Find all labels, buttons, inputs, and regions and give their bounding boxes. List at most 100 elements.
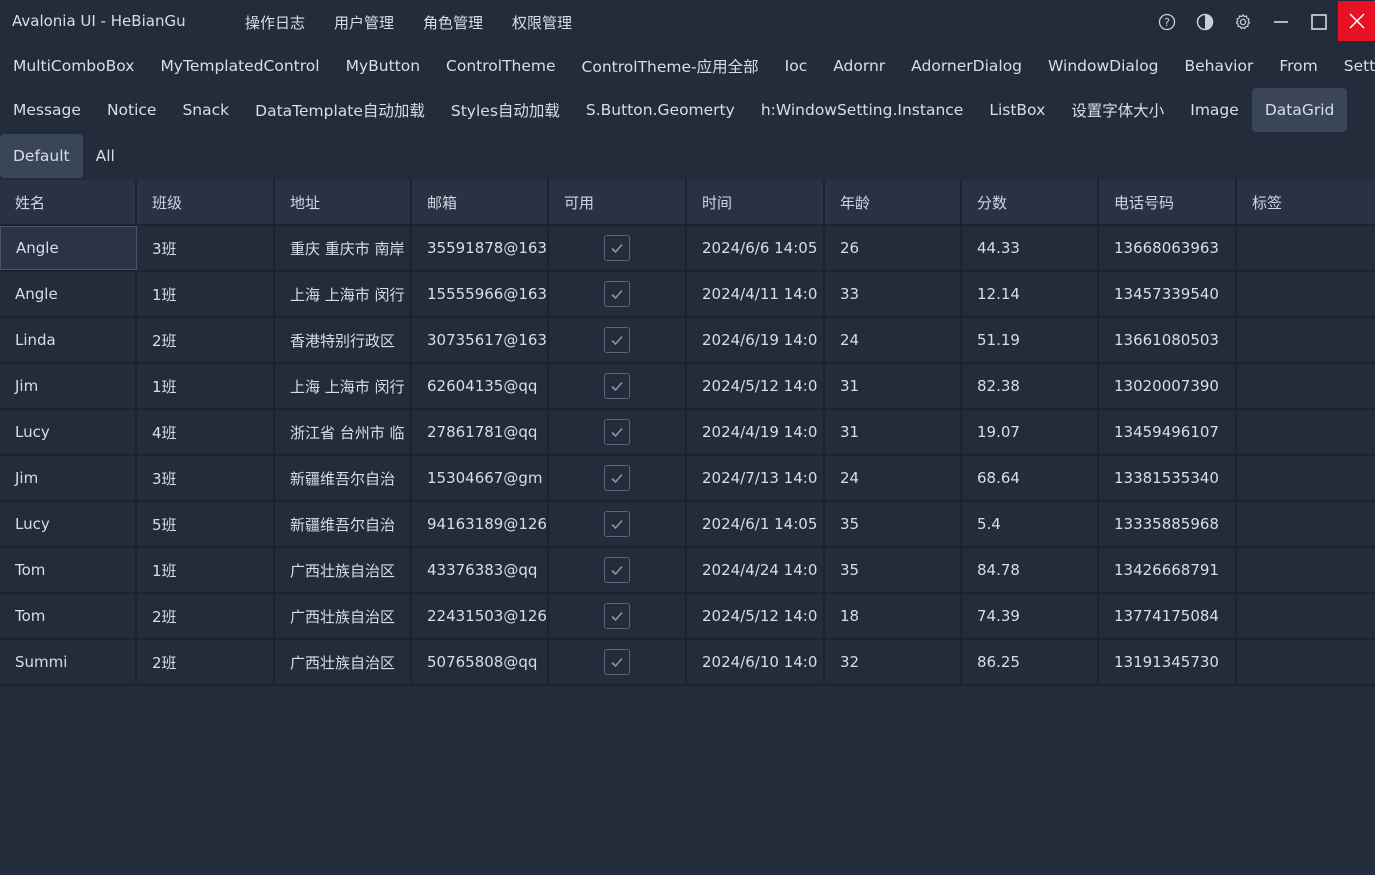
table-row[interactable]: Lucy 4班 浙江省 台州市 临 27861781@qq 2024/4/19 14:0… [0,410,1375,456]
menu-operation-log[interactable]: 操作日志 [245,12,305,33]
tag-cell[interactable] [1237,640,1375,684]
column-header[interactable]: 地址 [275,180,412,224]
tab-listbox-7[interactable]: ListBox [976,88,1058,132]
age-cell[interactable]: 31 [825,410,962,454]
tag-cell[interactable] [1237,410,1375,454]
address-cell[interactable]: 新疆维吾尔自治 [275,456,412,500]
address-cell[interactable]: 上海 上海市 闵行 [275,272,412,316]
menu-permission-management[interactable]: 权限管理 [512,12,572,33]
age-cell[interactable]: 33 [825,272,962,316]
time-cell[interactable]: 2024/6/6 14:05 [687,226,825,270]
score-cell[interactable]: 82.38 [962,364,1099,408]
address-cell[interactable]: 上海 上海市 闵行 [275,364,412,408]
time-cell[interactable]: 2024/4/24 14:0 [687,548,825,592]
address-cell[interactable]: 广西壮族自治区 [275,640,412,684]
tab-item-8[interactable]: 设置字体大小 [1058,88,1177,132]
age-cell[interactable]: 24 [825,456,962,500]
tab-all-1[interactable]: All [83,134,128,178]
enabled-cell[interactable] [549,410,687,454]
table-row[interactable]: Angle 1班 上海 上海市 闵行 15555966@163 2024/4/11 14… [0,272,1375,318]
tab-styles-4[interactable]: Styles自动加载 [438,88,573,132]
tab-windowdialog-8[interactable]: WindowDialog [1035,44,1171,88]
column-header[interactable]: 年龄 [825,180,962,224]
menu-role-management[interactable]: 角色管理 [423,12,483,33]
tag-cell[interactable] [1237,364,1375,408]
name-cell[interactable]: Tom [0,594,137,638]
email-cell[interactable]: 43376383@qq [412,548,549,592]
maximize-icon[interactable] [1300,0,1338,44]
enabled-checkbox[interactable] [604,419,630,445]
address-cell[interactable]: 新疆维吾尔自治 [275,502,412,546]
help-icon[interactable]: ? [1148,0,1186,44]
tag-cell[interactable] [1237,272,1375,316]
menu-user-management[interactable]: 用户管理 [334,12,394,33]
enabled-cell[interactable] [549,364,687,408]
address-cell[interactable]: 广西壮族自治区 [275,548,412,592]
class-cell[interactable]: 3班 [137,226,275,270]
phone-cell[interactable]: 13459496107 [1099,410,1237,454]
score-cell[interactable]: 86.25 [962,640,1099,684]
enabled-checkbox[interactable] [604,649,630,675]
email-cell[interactable]: 15555966@163 [412,272,549,316]
name-cell[interactable]: Linda [0,318,137,362]
time-cell[interactable]: 2024/6/19 14:0 [687,318,825,362]
email-cell[interactable]: 30735617@163 [412,318,549,362]
time-cell[interactable]: 2024/5/12 14:0 [687,364,825,408]
email-cell[interactable]: 35591878@163 [412,226,549,270]
table-row[interactable]: Tom 2班 广西壮族自治区 22431503@126 2024/5/12 14:0 18… [0,594,1375,640]
tab-snack-2[interactable]: Snack [169,88,242,132]
email-cell[interactable]: 50765808@qq [412,640,549,684]
tab-behavior-9[interactable]: Behavior [1172,44,1267,88]
email-cell[interactable]: 22431503@126 [412,594,549,638]
column-header[interactable]: 标签 [1237,180,1375,224]
enabled-checkbox[interactable] [604,557,630,583]
tag-cell[interactable] [1237,594,1375,638]
enabled-checkbox[interactable] [604,281,630,307]
tab-multicombobox-0[interactable]: MultiComboBox [0,44,147,88]
enabled-cell[interactable] [549,318,687,362]
table-row[interactable]: Angle 3班 重庆 重庆市 南岸 35591878@163 2024/6/6 14:… [0,226,1375,272]
class-cell[interactable]: 1班 [137,364,275,408]
address-cell[interactable]: 香港特别行政区 [275,318,412,362]
class-cell[interactable]: 2班 [137,594,275,638]
phone-cell[interactable]: 13426668791 [1099,548,1237,592]
time-cell[interactable]: 2024/7/13 14:0 [687,456,825,500]
enabled-cell[interactable] [549,456,687,500]
column-header[interactable]: 可用 [549,180,687,224]
table-row[interactable]: Lucy 5班 新疆维吾尔自治 94163189@126 2024/6/1 14:05 3… [0,502,1375,548]
name-cell[interactable]: Summi [0,640,137,684]
name-cell[interactable]: Angle [0,226,137,270]
class-cell[interactable]: 5班 [137,502,275,546]
address-cell[interactable]: 广西壮族自治区 [275,594,412,638]
phone-cell[interactable]: 13020007390 [1099,364,1237,408]
score-cell[interactable]: 74.39 [962,594,1099,638]
settings-gear-icon[interactable] [1224,0,1262,44]
class-cell[interactable]: 1班 [137,548,275,592]
enabled-checkbox[interactable] [604,465,630,491]
tab-datatemplate-3[interactable]: DataTemplate自动加载 [242,88,438,132]
column-header[interactable]: 邮箱 [412,180,549,224]
tab-image-9[interactable]: Image [1177,88,1252,132]
score-cell[interactable]: 51.19 [962,318,1099,362]
enabled-checkbox[interactable] [604,511,630,537]
score-cell[interactable]: 84.78 [962,548,1099,592]
close-icon[interactable] [1338,1,1375,41]
column-header[interactable]: 班级 [137,180,275,224]
tab-notice-1[interactable]: Notice [94,88,170,132]
column-header[interactable]: 时间 [687,180,825,224]
address-cell[interactable]: 重庆 重庆市 南岸 [275,226,412,270]
table-row[interactable]: Jim 1班 上海 上海市 闵行 62604135@qq 2024/5/12 14:0 3… [0,364,1375,410]
enabled-cell[interactable] [549,272,687,316]
table-row[interactable]: Summi 2班 广西壮族自治区 50765808@qq 2024/6/10 14:0 3… [0,640,1375,686]
tag-cell[interactable] [1237,318,1375,362]
score-cell[interactable]: 44.33 [962,226,1099,270]
score-cell[interactable]: 5.4 [962,502,1099,546]
tag-cell[interactable] [1237,548,1375,592]
tag-cell[interactable] [1237,502,1375,546]
tag-cell[interactable] [1237,456,1375,500]
tab-adornerdialog-7[interactable]: AdornerDialog [898,44,1035,88]
enabled-cell[interactable] [549,226,687,270]
tab-controltheme-4[interactable]: ControlTheme-应用全部 [569,44,772,88]
name-cell[interactable]: Lucy [0,410,137,454]
tab-mybutton-2[interactable]: MyButton [333,44,433,88]
